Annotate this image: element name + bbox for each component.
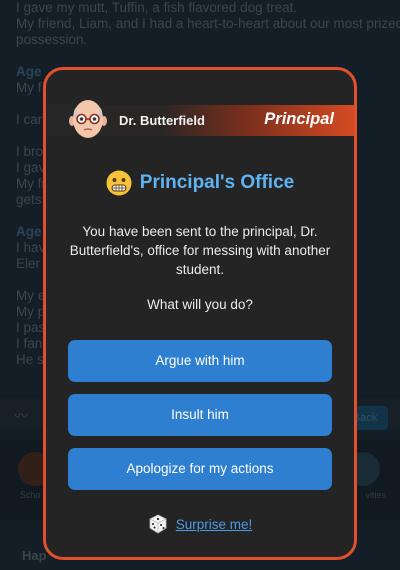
principal-office-dialog: Dr. Butterfield Principal Principal's Of… — [43, 67, 357, 560]
event-prompt: What will you do? — [147, 297, 253, 312]
argue-button[interactable]: Argue with him — [68, 340, 332, 382]
surprise-me-link[interactable]: Surprise me! — [176, 517, 253, 532]
grimacing-face-icon — [106, 170, 132, 196]
npc-role: Principal — [264, 110, 334, 128]
apologize-button[interactable]: Apologize for my actions — [68, 448, 332, 490]
dialog-title: Principal's Office — [139, 172, 295, 193]
surprise-row: Surprise me! — [46, 514, 354, 534]
insult-button[interactable]: Insult him — [68, 394, 332, 436]
dice-icon — [149, 514, 167, 534]
principal-avatar — [69, 100, 107, 138]
event-message: You have been sent to the principal, Dr.… — [69, 224, 331, 277]
npc-name: Dr. Butterfield — [119, 113, 205, 128]
dialog-title-row: Principal's Office — [46, 170, 354, 196]
